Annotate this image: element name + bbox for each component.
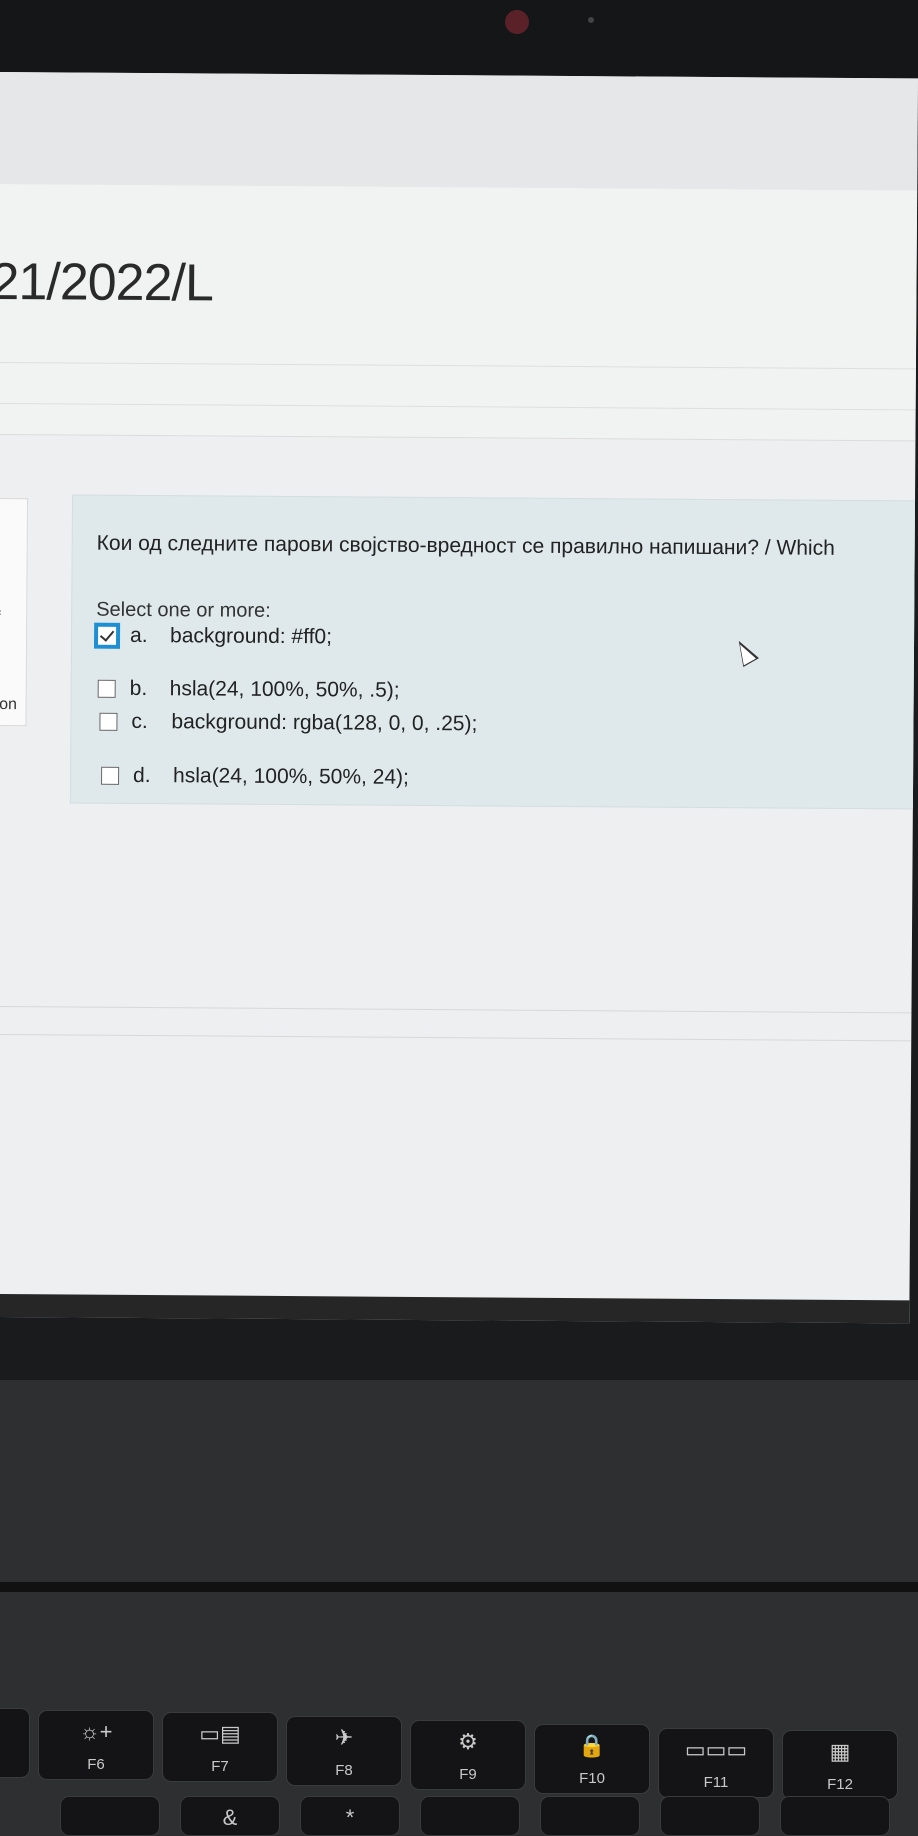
header-separator [0,361,916,411]
key-f11[interactable]: ▭▭▭ F11 [658,1728,774,1798]
sensor-icon [588,17,594,23]
course-title: 21/2022/L [0,252,214,313]
taskbar [0,1293,910,1324]
divider [0,1033,912,1042]
key-f8[interactable]: ✈ F8 [286,1716,402,1786]
flag-question-fragment[interactable]: ion [0,696,17,714]
option-text: background: rgba(128, 0, 0, .25); [171,710,478,736]
key-symbol: & [222,1805,238,1830]
key-f12[interactable]: ▦ F12 [782,1730,898,1800]
browser-top-area [0,72,918,192]
laptop-hinge [0,1582,918,1592]
option-text: hsla(24, 100%, 50%, .5); [169,677,400,702]
keyboard-backlight-icon: ▭▭▭ [684,1737,748,1762]
key-8[interactable]: * [300,1796,400,1836]
option-letter: a. [129,623,148,648]
option-letter: b. [129,676,148,701]
key-0[interactable] [540,1796,640,1836]
key-label: F8 [335,1762,353,1779]
key-label: F12 [827,1776,853,1793]
key-f10[interactable]: 🔒 F10 [534,1724,650,1794]
key-partial[interactable] [0,1708,30,1778]
option-text: background: #ff0; [169,624,333,649]
key-label: F6 [87,1756,105,1773]
settings-gear-icon: ⚙ [458,1729,478,1754]
key-label: F7 [211,1758,229,1775]
option-letter: d. [133,763,151,788]
key-equals[interactable] [780,1796,890,1836]
display-switch-icon: ▭▤ [199,1721,241,1746]
answer-prompt: Select one or more: [96,598,271,622]
key-9[interactable] [420,1796,520,1836]
laptop-screen: 21/2022/L f ion Кои од следните парови с… [0,72,918,1324]
key-row-lower[interactable] [60,1796,160,1836]
question-box: Кои од следните парови својство-вредност… [69,494,918,810]
answer-option-c[interactable]: c. background: rgba(128, 0, 0, .25); [99,707,477,740]
question-text: Кои од следните парови својство-вредност… [96,531,835,560]
lock-icon: 🔒 [578,1733,606,1758]
key-7[interactable]: & [180,1796,280,1836]
webcam-icon [505,10,529,34]
key-label: F10 [579,1770,605,1787]
checkbox[interactable] [99,712,118,731]
option-text: hsla(24, 100%, 50%, 24); [173,764,409,789]
key-f6[interactable]: ☼+ F6 [38,1710,154,1780]
question-info-panel [0,497,29,727]
key-label: F11 [703,1774,729,1791]
answer-option-b[interactable]: b. hsla(24, 100%, 50%, .5); [97,674,400,706]
brightness-up-icon: ☼+ [79,1719,113,1744]
checkbox[interactable] [97,679,116,698]
answer-option-d[interactable]: d. hsla(24, 100%, 50%, 24); [101,761,409,793]
checkbox-checked[interactable] [93,622,121,649]
key-f9[interactable]: ⚙ F9 [410,1720,526,1790]
question-info-fragment: f [0,609,1,627]
airplane-mode-icon: ✈ [334,1725,354,1750]
checkbox[interactable] [101,766,120,785]
key-minus[interactable] [660,1796,760,1836]
calculator-icon: ▦ [829,1739,851,1764]
answer-option-a[interactable]: a. background: #ff0; [93,621,333,653]
key-f7[interactable]: ▭▤ F7 [162,1712,278,1782]
key-symbol: * [345,1805,355,1830]
key-label: F9 [459,1766,477,1783]
option-letter: c. [131,709,148,734]
divider [0,1005,912,1014]
